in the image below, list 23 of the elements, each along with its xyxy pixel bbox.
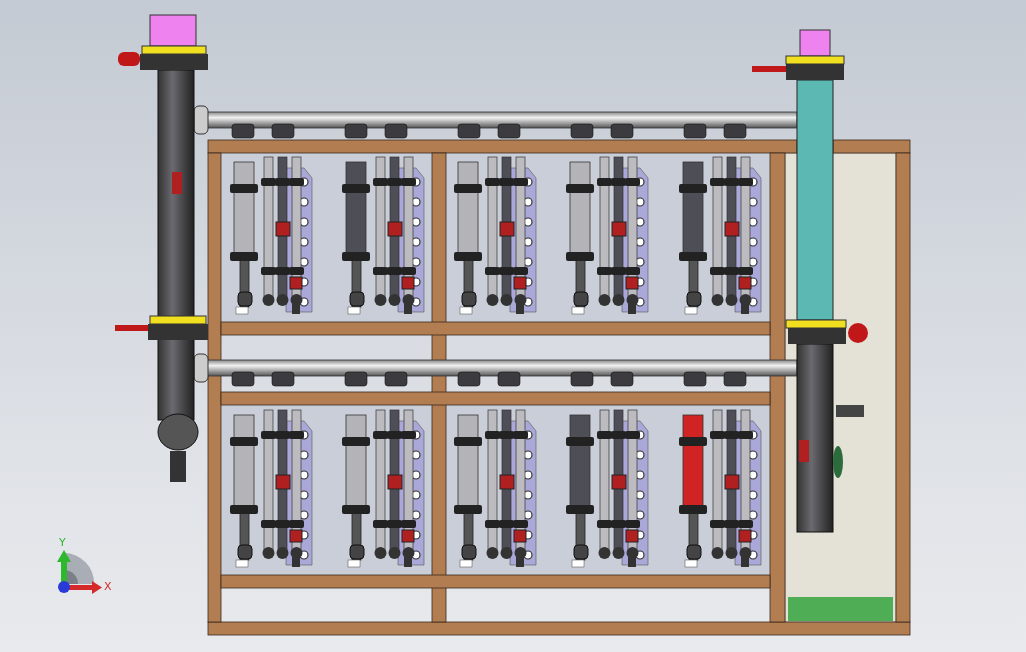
valve-body: [140, 54, 208, 70]
pipe-flange: [785, 319, 847, 329]
x-axis-label: X: [104, 580, 112, 593]
valve-handle: [752, 66, 786, 72]
pipe-elbow: [157, 413, 199, 451]
valve-stem: [836, 405, 864, 417]
pipe-flange: [141, 45, 207, 55]
pipe-cap: [149, 14, 197, 47]
valve-body: [148, 324, 208, 340]
y-axis-label: Y: [59, 536, 66, 549]
pipe-cap: [799, 29, 831, 57]
drain-pipe: [170, 451, 186, 482]
valve-wheel: [833, 446, 843, 478]
valve-body: [788, 328, 846, 344]
pipe-flange: [785, 55, 845, 65]
valve-wheel: [848, 323, 868, 343]
valve-marker: [172, 172, 182, 194]
valve-marker: [799, 440, 809, 462]
pipe-flange: [149, 315, 207, 325]
valve-handle: [118, 52, 140, 66]
axis-triad-drawing: [57, 550, 102, 594]
valve-handle: [115, 325, 148, 331]
valve-body: [786, 64, 844, 80]
